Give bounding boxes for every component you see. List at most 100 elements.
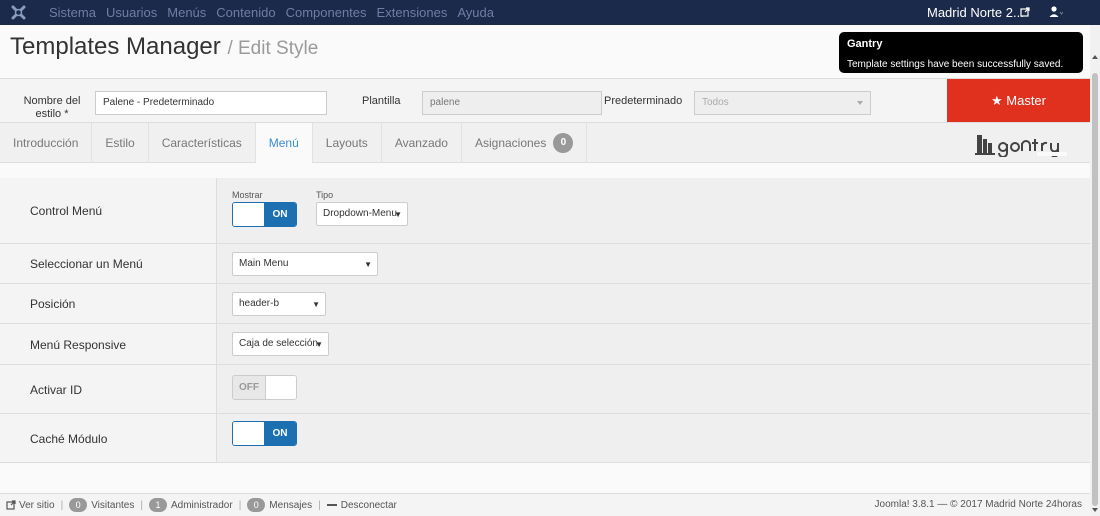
- site-name-link[interactable]: Madrid Norte 2...: [927, 5, 1024, 20]
- chevron-down-icon: ▼: [394, 210, 402, 219]
- responsive-select[interactable]: Caja de selección ▼: [232, 332, 329, 356]
- module-cache-label: Caché Módulo: [30, 432, 108, 446]
- row-value-cell: Mostrar ON Tipo Dropdown-Menu ▼: [217, 178, 1090, 243]
- default-select-value: Todos: [702, 97, 729, 108]
- tab-caracteristicas[interactable]: Características: [149, 123, 256, 163]
- show-label: Mostrar: [232, 190, 263, 200]
- menu-item-sistema[interactable]: Sistema: [49, 5, 96, 20]
- menu-item-menus[interactable]: Menús: [167, 5, 206, 20]
- toggle-state: OFF: [233, 376, 265, 399]
- messages-label: Mensajes: [269, 499, 313, 511]
- row-activate-id: Activar ID OFF: [0, 365, 1090, 414]
- admin-navbar: Sistema Usuarios Menús Contenido Compone…: [0, 0, 1100, 25]
- page-title: Templates Manager / Edit Style: [10, 33, 318, 61]
- select-menu-label: Seleccionar un Menú: [30, 257, 143, 271]
- scroll-up-icon[interactable]: [1092, 55, 1098, 59]
- template-label: Plantilla: [362, 95, 401, 107]
- activate-id-label: Activar ID: [30, 383, 83, 397]
- default-select: Todos: [694, 91, 871, 115]
- row-module-cache: Caché Módulo ON: [0, 414, 1090, 463]
- master-button[interactable]: ★ Master: [947, 79, 1090, 122]
- row-label-cell: Caché Módulo: [0, 414, 217, 462]
- row-responsive-menu: Menú Responsive Caja de selección ▼: [0, 324, 1090, 365]
- show-menu-toggle[interactable]: ON: [232, 202, 297, 227]
- messages-item[interactable]: 0 Mensajes: [241, 498, 318, 512]
- toggle-state: ON: [264, 422, 296, 445]
- tab-avanzado[interactable]: Avanzado: [382, 123, 462, 163]
- external-link-icon[interactable]: [1020, 7, 1030, 17]
- messages-count-badge: 0: [247, 498, 266, 512]
- menu-item-componentes[interactable]: Componentes: [286, 5, 367, 20]
- type-label: Tipo: [316, 190, 334, 200]
- joomla-logo-icon[interactable]: [10, 4, 27, 21]
- view-site-link[interactable]: Ver sitio: [0, 500, 61, 511]
- default-label: Predeterminado: [604, 95, 683, 107]
- status-bar: Ver sitio | 0 Visitantes | 1 Administrad…: [0, 493, 1090, 516]
- logout-link[interactable]: Desconectar: [321, 500, 403, 511]
- scroll-thumb[interactable]: [1092, 73, 1098, 506]
- row-value-cell: OFF: [217, 365, 1090, 413]
- style-name-input[interactable]: Palene - Predeterminado: [95, 91, 327, 115]
- toast-message: Template settings have been successfully…: [847, 59, 1064, 70]
- admins-label: Administrador: [170, 499, 233, 511]
- menu-type-value: Dropdown-Menu: [323, 208, 397, 219]
- visitors-item[interactable]: 0 Visitantes: [63, 498, 140, 512]
- visitors-count-badge: 0: [69, 498, 88, 512]
- menu-item-ayuda[interactable]: Ayuda: [457, 5, 494, 20]
- menu-item-contenido[interactable]: Contenido: [216, 5, 275, 20]
- menu-item-usuarios[interactable]: Usuarios: [106, 5, 157, 20]
- admins-count-badge: 1: [148, 498, 167, 512]
- row-value-cell: Main Menu ▼: [217, 244, 1090, 283]
- row-label-cell: Activar ID: [0, 365, 217, 413]
- page-scrollbar[interactable]: [1090, 25, 1100, 516]
- page-subtitle: / Edit Style: [227, 38, 319, 59]
- logout-label: Desconectar: [340, 499, 397, 511]
- menu-select[interactable]: Main Menu ▼: [232, 252, 378, 276]
- template-field: palene: [422, 91, 602, 115]
- tab-asignaciones-label: Asignaciones: [474, 136, 547, 150]
- row-value-cell: Caja de selección ▼: [217, 324, 1090, 364]
- user-menu-icon[interactable]: [1049, 5, 1063, 19]
- tab-introduccion[interactable]: Introducción: [0, 123, 93, 163]
- row-value-cell: ON: [217, 414, 1090, 462]
- toggle-state: ON: [264, 203, 296, 226]
- visitors-label: Visitantes: [91, 499, 135, 511]
- admin-menu: Sistema Usuarios Menús Contenido Compone…: [49, 0, 504, 25]
- settings-tabs: Introducción Estilo Características Menú…: [0, 123, 1090, 163]
- chevron-down-icon: ▼: [315, 340, 323, 349]
- scroll-down-icon[interactable]: [1092, 508, 1098, 512]
- assignments-count-badge: 0: [553, 133, 574, 153]
- activate-id-toggle[interactable]: OFF: [232, 375, 297, 400]
- responsive-menu-label: Menú Responsive: [30, 338, 127, 352]
- row-value-cell: header-b ▼: [217, 284, 1090, 323]
- footer-copyright: Joomla! 3.8.1 — © 2017 Madrid Norte 24ho…: [874, 499, 1082, 510]
- toggle-knob: [233, 203, 266, 226]
- view-site-label: Ver sitio: [19, 499, 55, 511]
- row-label-cell: Seleccionar un Menú: [0, 244, 217, 283]
- style-settings-bar: Nombre del estilo * Palene - Predetermin…: [0, 78, 1090, 123]
- success-toast[interactable]: Gantry Template settings have been succe…: [839, 32, 1083, 73]
- tab-layouts[interactable]: Layouts: [313, 123, 382, 163]
- row-label-cell: Control Menú: [0, 178, 217, 243]
- row-control-menu: Control Menú Mostrar ON Tipo Dropdown-Me…: [0, 178, 1090, 244]
- row-position: Posición header-b ▼: [0, 284, 1090, 324]
- toast-title: Gantry: [847, 38, 883, 50]
- chevron-down-icon: ▼: [364, 260, 372, 269]
- tab-asignaciones[interactable]: Asignaciones 0: [462, 123, 588, 163]
- menu-select-value: Main Menu: [239, 258, 289, 269]
- menu-type-select[interactable]: Dropdown-Menu ▼: [316, 202, 408, 226]
- admins-item[interactable]: 1 Administrador: [143, 498, 239, 512]
- minus-icon: [326, 504, 337, 506]
- module-cache-toggle[interactable]: ON: [232, 421, 297, 446]
- row-label-cell: Menú Responsive: [0, 324, 217, 364]
- page-title-main: Templates Manager: [10, 33, 221, 60]
- row-select-menu: Seleccionar un Menú Main Menu ▼: [0, 244, 1090, 284]
- control-menu-label: Control Menú: [30, 204, 103, 218]
- tab-estilo[interactable]: Estilo: [92, 123, 149, 163]
- toggle-knob: [265, 376, 296, 399]
- tab-menu[interactable]: Menú: [255, 123, 313, 163]
- external-link-icon: [6, 500, 16, 510]
- menu-settings-panel: Control Menú Mostrar ON Tipo Dropdown-Me…: [0, 163, 1090, 493]
- position-select[interactable]: header-b ▼: [232, 292, 326, 316]
- menu-item-extensiones[interactable]: Extensiones: [377, 5, 448, 20]
